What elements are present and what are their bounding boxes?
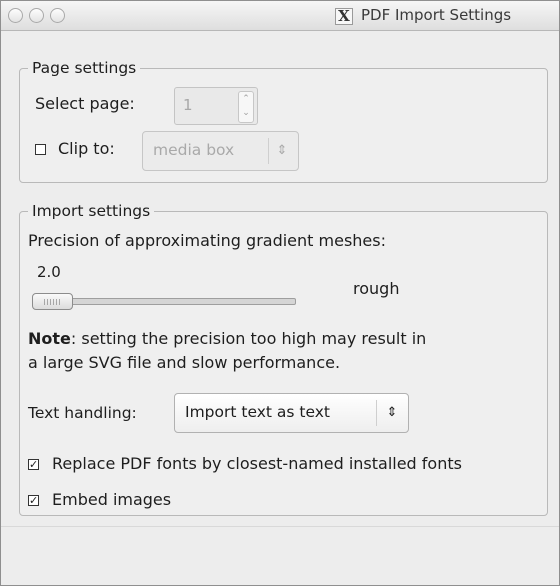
import-settings-title: Import settings: [32, 202, 151, 220]
bottom-divider: [1, 526, 559, 527]
embed-images-label[interactable]: Embed images: [52, 490, 171, 509]
note-line-1: Note: setting the precision too high may…: [28, 329, 426, 348]
precision-value: 2.0: [37, 263, 61, 281]
page-number-spinbox[interactable]: 1 ⌃ ⌄: [174, 87, 258, 125]
title-bar[interactable]: X PDF Import Settings: [1, 1, 559, 31]
replace-fonts-label[interactable]: Replace PDF fonts by closest-named insta…: [52, 454, 462, 473]
spin-up-icon[interactable]: ⌃: [239, 92, 253, 106]
spin-down-icon[interactable]: ⌄: [239, 106, 253, 120]
clip-to-label: Clip to:: [58, 139, 115, 158]
x11-icon: X: [335, 8, 353, 25]
precision-slider-track[interactable]: [38, 298, 296, 305]
note-line-2: a large SVG file and slow performance.: [28, 353, 341, 372]
clip-to-value: media box: [153, 141, 235, 159]
embed-images-checkbox[interactable]: ✓: [28, 495, 39, 506]
updown-arrows-icon: ⇕: [386, 405, 398, 420]
clip-to-checkbox[interactable]: [35, 144, 46, 155]
combo-separator: [376, 400, 377, 426]
minimize-window-icon[interactable]: [29, 8, 44, 23]
text-handling-value: Import text as text: [185, 403, 330, 421]
page-number-value: 1: [183, 96, 193, 114]
spin-arrows-icon[interactable]: ⌃ ⌄: [238, 91, 254, 123]
note-text: : setting the precision too high may res…: [70, 329, 427, 348]
pdf-import-dialog: X PDF Import Settings Page settings Sele…: [0, 0, 560, 586]
select-page-label: Select page:: [35, 94, 135, 113]
note-bold: Note: [28, 329, 71, 348]
updown-arrows-icon: ⇕: [276, 143, 288, 158]
zoom-window-icon[interactable]: [50, 8, 65, 23]
slider-grip-icon: [44, 299, 62, 305]
replace-fonts-checkbox[interactable]: ✓: [28, 459, 39, 470]
precision-quality-label: rough: [353, 279, 400, 298]
text-handling-label: Text handling:: [28, 404, 137, 422]
clip-to-combobox[interactable]: media box ⇕: [142, 131, 299, 171]
window-title: PDF Import Settings: [361, 6, 512, 24]
text-handling-combobox[interactable]: Import text as text ⇕: [174, 393, 409, 433]
precision-slider-handle[interactable]: [32, 293, 73, 310]
precision-label: Precision of approximating gradient mesh…: [28, 231, 386, 250]
close-window-icon[interactable]: [8, 8, 23, 23]
combo-separator: [268, 138, 269, 164]
page-settings-title: Page settings: [32, 59, 137, 77]
